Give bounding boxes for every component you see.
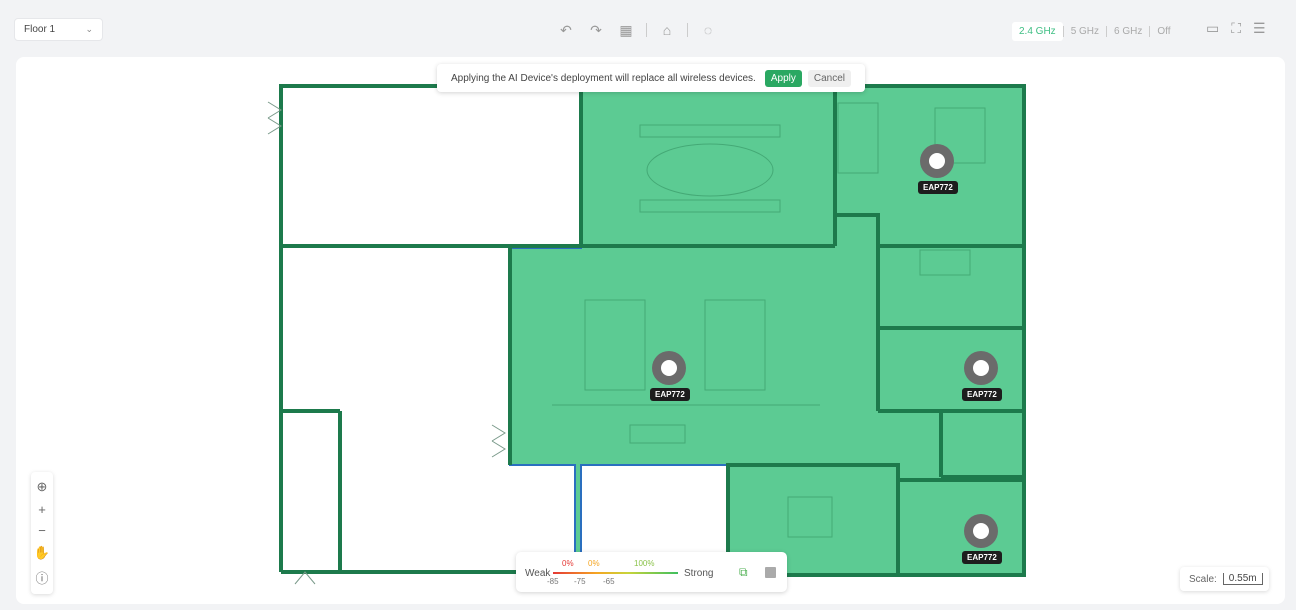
hand-icon[interactable]: ✋ [34,545,50,561]
apply-button[interactable]: Apply [764,69,802,87]
legend-strong-label: Strong [684,568,714,579]
access-point-marker[interactable] [964,351,998,385]
scale-value: 0.55m [1222,573,1263,585]
scale-label: Scale: [1189,573,1217,585]
access-point-label: EAP772 [918,181,958,194]
map-controls: ⊕ + − ✋ ⓘ [31,472,53,594]
signal-legend: Weak 0% 0% 100% -85 -75 -65 Strong ⧉ [516,552,787,592]
info-icon[interactable]: ⓘ [35,568,48,587]
banner-message: Applying the AI Device's deployment will… [451,72,756,84]
access-point-label: EAP772 [650,388,690,401]
layer-icon[interactable]: ⧉ [739,565,753,579]
ai-deployment-banner: Applying the AI Device's deployment will… [437,64,865,92]
access-point-marker[interactable] [652,351,686,385]
cancel-button[interactable]: Cancel [807,69,851,87]
square-icon[interactable] [765,567,776,578]
legend-percent: 0% [588,559,600,568]
scale-indicator: Scale: 0.55m [1180,567,1269,591]
legend-level: -65 [603,577,615,586]
zoom-in-icon[interactable]: + [38,502,46,517]
legend-percent: 100% [634,559,655,568]
legend-percent: 0% [562,559,574,568]
access-point-label: EAP772 [962,551,1002,564]
locate-icon[interactable]: ⊕ [37,479,48,495]
zoom-out-icon[interactable]: − [38,523,46,538]
doors [267,101,506,585]
legend-level: -85 [547,577,559,586]
legend-gradient-bar [553,572,678,574]
access-point-marker[interactable] [920,144,954,178]
access-point-label: EAP772 [962,388,1002,401]
legend-level: -75 [574,577,586,586]
access-point-marker[interactable] [964,514,998,548]
